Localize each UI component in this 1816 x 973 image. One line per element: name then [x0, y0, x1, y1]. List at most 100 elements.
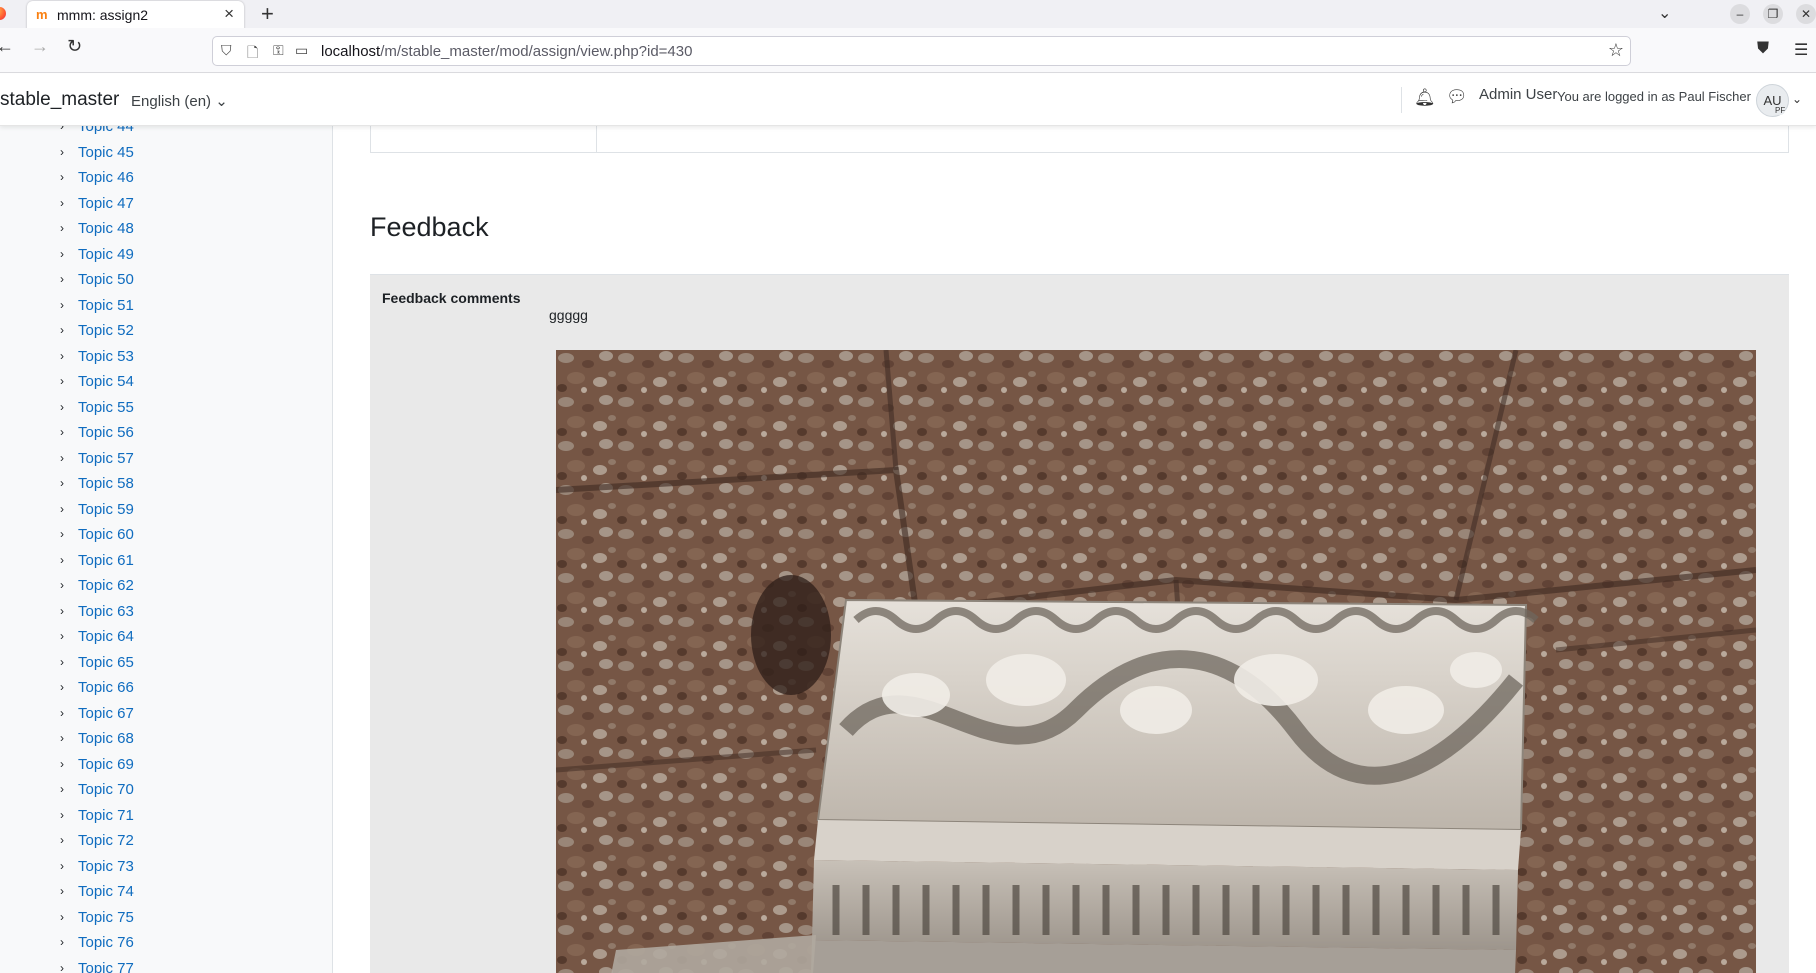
chevron-right-icon[interactable]: › [60, 578, 64, 592]
topic-link[interactable]: Topic 64 [78, 628, 134, 645]
topic-link[interactable]: Topic 76 [78, 934, 134, 951]
chevron-right-icon[interactable]: › [60, 527, 64, 541]
topic-link[interactable]: Topic 48 [78, 220, 134, 237]
chevron-right-icon[interactable]: › [60, 374, 64, 388]
chevron-right-icon[interactable]: › [60, 476, 64, 490]
browser-tab[interactable]: m mmm: assign2 × [27, 1, 244, 30]
close-window-icon[interactable]: ✕ [1796, 4, 1816, 24]
restore-icon[interactable]: ❐ [1763, 4, 1783, 24]
topic-link[interactable]: Topic 49 [78, 246, 134, 263]
chevron-right-icon[interactable]: › [60, 272, 64, 286]
chevron-right-icon[interactable]: › [60, 126, 64, 133]
topic-link[interactable]: Topic 71 [78, 807, 134, 824]
topic-link[interactable]: Topic 47 [78, 195, 134, 212]
user-menu-chevron-icon[interactable]: ⌄ [1792, 92, 1802, 106]
site-navbar: stable_master English (en) ⌄ 🔔︎ 💬︎ Admin… [0, 74, 1816, 126]
topic-link[interactable]: Topic 50 [78, 271, 134, 288]
forward-icon[interactable]: → [31, 36, 49, 57]
topic-link[interactable]: Topic 65 [78, 654, 134, 671]
chevron-right-icon[interactable]: › [60, 859, 64, 873]
table-cell-divider [596, 126, 597, 153]
feedback-comments-text: ggggg [549, 307, 588, 323]
topic-link[interactable]: Topic 45 [78, 144, 134, 161]
chevron-down-icon: ⌄ [215, 93, 228, 110]
chevron-right-icon[interactable]: › [60, 757, 64, 771]
topic-link[interactable]: Topic 51 [78, 297, 134, 314]
chevron-right-icon[interactable]: › [60, 706, 64, 720]
topic-link[interactable]: Topic 55 [78, 399, 134, 416]
chevron-right-icon[interactable]: › [60, 298, 64, 312]
chevron-right-icon[interactable]: › [60, 731, 64, 745]
topic-link[interactable]: Topic 52 [78, 322, 134, 339]
topic-link[interactable]: Topic 72 [78, 832, 134, 849]
topic-link[interactable]: Topic 69 [78, 756, 134, 773]
topic-link[interactable]: Topic 46 [78, 169, 134, 186]
topic-link[interactable]: Topic 59 [78, 501, 134, 518]
chevron-right-icon[interactable]: › [60, 833, 64, 847]
topic-link[interactable]: Topic 63 [78, 603, 134, 620]
topic-link[interactable]: Topic 57 [78, 450, 134, 467]
chevron-right-icon[interactable]: › [60, 884, 64, 898]
back-icon[interactable]: ← [0, 36, 14, 57]
url-text[interactable]: localhost/m/stable_master/mod/assign/vie… [321, 43, 692, 60]
submission-status-table-end [370, 126, 1789, 153]
firefox-logo-icon[interactable] [0, 7, 6, 20]
chevron-right-icon[interactable]: › [60, 502, 64, 516]
topic-link[interactable]: Topic 77 [78, 960, 134, 973]
topic-link[interactable]: Topic 61 [78, 552, 134, 569]
bookmark-star-icon[interactable]: ☆ [1608, 40, 1624, 61]
messages-chat-icon[interactable]: 💬︎ [1446, 87, 1468, 107]
topic-link[interactable]: Topic 70 [78, 781, 134, 798]
site-name[interactable]: stable_master [0, 89, 119, 111]
user-name[interactable]: Admin User [1479, 86, 1557, 103]
chevron-right-icon[interactable]: › [60, 425, 64, 439]
media-icon[interactable]: ▭ [295, 42, 308, 59]
chevron-right-icon[interactable]: › [60, 629, 64, 643]
new-tab-icon[interactable]: + [261, 1, 274, 27]
pocket-icon[interactable]: ⛊ [1757, 40, 1769, 58]
chevron-right-icon[interactable]: › [60, 604, 64, 618]
chevron-right-icon[interactable]: › [60, 655, 64, 669]
permissions-icon[interactable]: ⚿ [273, 42, 284, 59]
language-menu[interactable]: English (en) ⌄ [131, 92, 228, 110]
topic-link[interactable]: Topic 53 [78, 348, 134, 365]
topic-link[interactable]: Topic 68 [78, 730, 134, 747]
minimize-icon[interactable]: – [1730, 4, 1750, 24]
chevron-right-icon[interactable]: › [60, 808, 64, 822]
notifications-bell-icon[interactable]: 🔔︎ [1414, 88, 1436, 108]
chevron-right-icon[interactable]: › [60, 221, 64, 235]
shield-icon[interactable]: ⛉ [221, 42, 232, 59]
topic-link[interactable]: Topic 62 [78, 577, 134, 594]
chevron-right-icon[interactable]: › [60, 170, 64, 184]
url-bar[interactable]: ⛉ 🗋 ⚿ ▭ localhost/m/stable_master/mod/as… [212, 36, 1631, 66]
tab-list-chevron-icon[interactable]: ⌄ [1658, 3, 1671, 23]
reload-icon[interactable]: ↻ [67, 36, 82, 57]
topic-link[interactable]: Topic 60 [78, 526, 134, 543]
chevron-right-icon[interactable]: › [60, 196, 64, 210]
topic-link[interactable]: Topic 75 [78, 909, 134, 926]
topic-link[interactable]: Topic 74 [78, 883, 134, 900]
topic-link[interactable]: Topic 54 [78, 373, 134, 390]
topic-link[interactable]: Topic 56 [78, 424, 134, 441]
topic-link[interactable]: Topic 58 [78, 475, 134, 492]
chevron-right-icon[interactable]: › [60, 910, 64, 924]
topic-link[interactable]: Topic 44 [78, 126, 134, 135]
page-icon[interactable]: 🗋 [247, 42, 258, 66]
chevron-right-icon[interactable]: › [60, 553, 64, 567]
chevron-right-icon[interactable]: › [60, 680, 64, 694]
topic-link[interactable]: Topic 66 [78, 679, 134, 696]
chevron-right-icon[interactable]: › [60, 935, 64, 949]
chevron-right-icon[interactable]: › [60, 961, 64, 973]
chevron-right-icon[interactable]: › [60, 400, 64, 414]
topic-link[interactable]: Topic 73 [78, 858, 134, 875]
chevron-right-icon[interactable]: › [60, 451, 64, 465]
chevron-right-icon[interactable]: › [60, 323, 64, 337]
chevron-right-icon[interactable]: › [60, 349, 64, 363]
close-tab-icon[interactable]: × [224, 4, 234, 24]
chevron-right-icon[interactable]: › [60, 145, 64, 159]
main-content: Feedback Feedback comments ggggg [334, 126, 1816, 973]
chevron-right-icon[interactable]: › [60, 782, 64, 796]
chevron-right-icon[interactable]: › [60, 247, 64, 261]
topic-link[interactable]: Topic 67 [78, 705, 134, 722]
app-menu-icon[interactable]: ☰ [1794, 40, 1808, 60]
